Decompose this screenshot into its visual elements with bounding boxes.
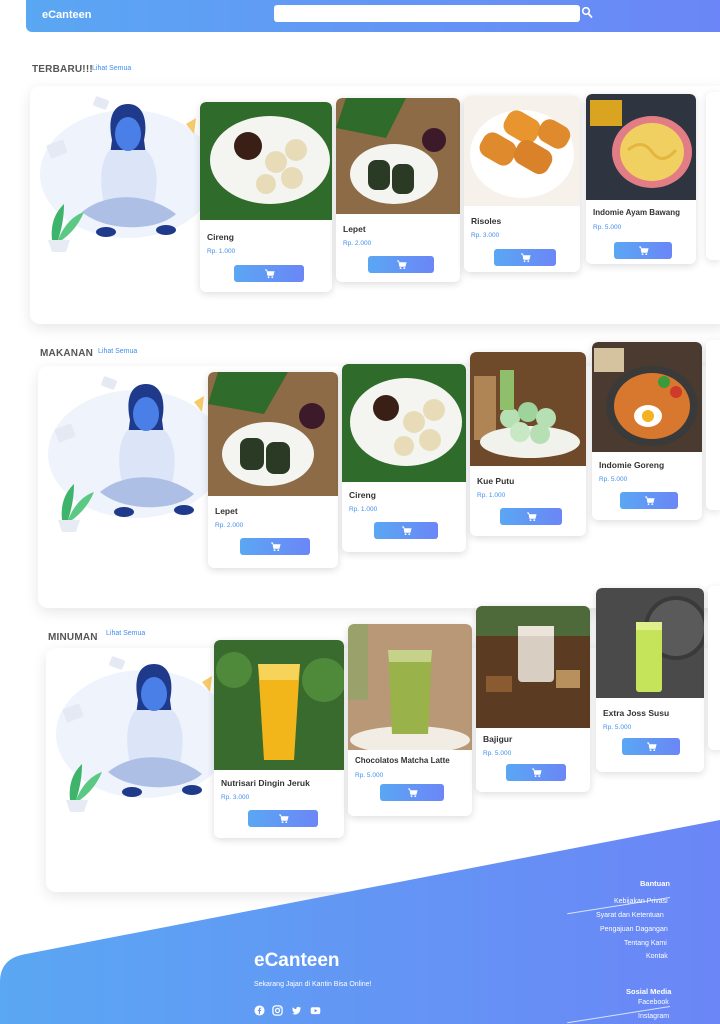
footer-background <box>0 820 720 1024</box>
page: eCanteen TERBARU!!! Lihat Semua Cireng R… <box>0 0 720 1024</box>
